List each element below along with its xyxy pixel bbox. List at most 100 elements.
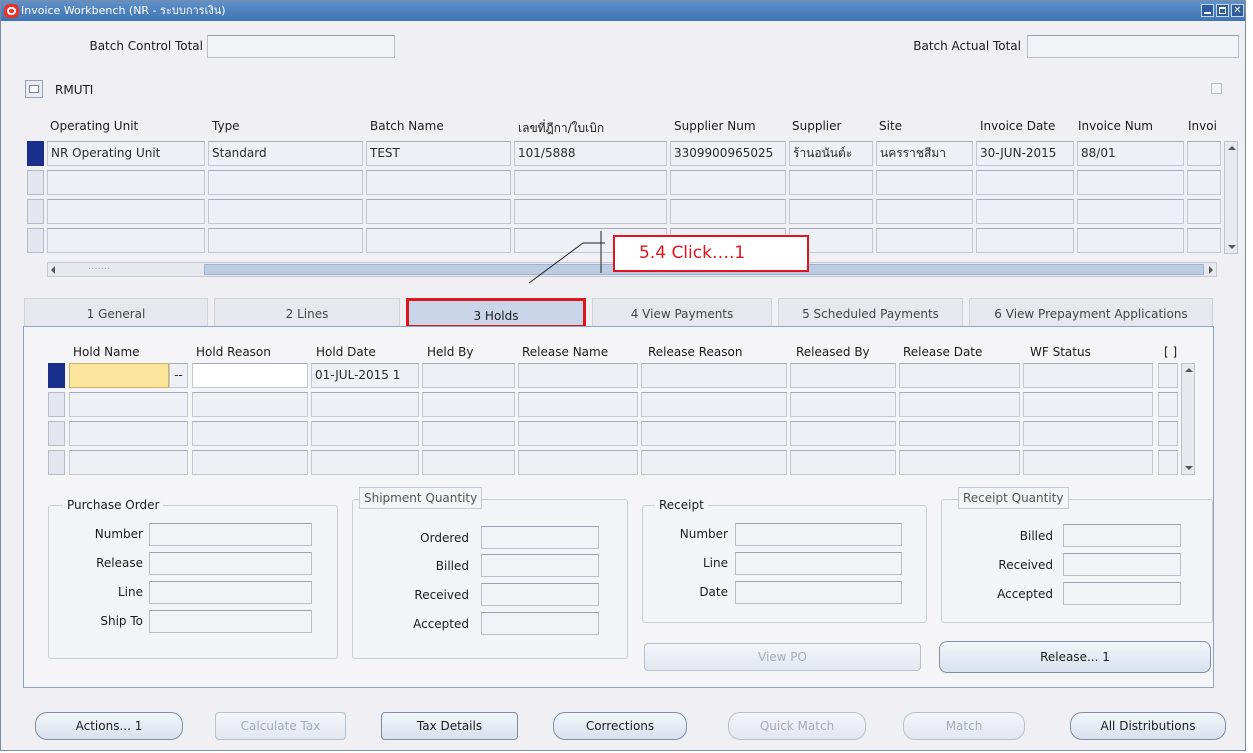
cell-supplier[interactable]: ร้านอนันต์ะ xyxy=(789,141,873,166)
cell-wf-status[interactable] xyxy=(1023,392,1153,417)
cell-hold-name[interactable] xyxy=(69,363,169,388)
cell-wf-status[interactable] xyxy=(1023,421,1153,446)
cell-operating-unit[interactable] xyxy=(47,228,205,253)
cell-hold-reason[interactable] xyxy=(192,421,308,446)
cell-invoice-more[interactable] xyxy=(1187,199,1221,224)
po-release-field[interactable] xyxy=(149,552,312,575)
cell-held-by[interactable] xyxy=(422,363,515,388)
cell-release-name[interactable] xyxy=(518,363,638,388)
row-selector-active[interactable] xyxy=(27,141,44,166)
invoice-row[interactable]: NR Operating Unit Standard TEST 101/5888… xyxy=(1,141,1247,169)
cell-site[interactable] xyxy=(876,170,973,195)
cell-hold-reason[interactable] xyxy=(192,392,308,417)
po-ship-to-field[interactable] xyxy=(149,610,312,633)
cell-release-date[interactable] xyxy=(899,450,1020,475)
cell-site[interactable] xyxy=(876,228,973,253)
minimize-icon[interactable] xyxy=(1201,4,1214,17)
row-selector[interactable] xyxy=(48,421,65,446)
scroll-down-icon[interactable] xyxy=(1228,245,1236,249)
receipt-received-field[interactable] xyxy=(1063,553,1181,576)
calculate-tax-button[interactable]: Calculate Tax xyxy=(215,712,346,740)
cell-supplier-num[interactable] xyxy=(670,170,786,195)
cell-hold-reason[interactable] xyxy=(192,450,308,475)
cell-hold-date[interactable]: 01-JUL-2015 1 xyxy=(311,363,419,388)
cell-released-by[interactable] xyxy=(790,450,896,475)
release-button[interactable]: Release... 1 xyxy=(939,641,1211,673)
cell-invoice-date[interactable]: 30-JUN-2015 xyxy=(976,141,1074,166)
row-selector-active[interactable] xyxy=(48,363,65,388)
tab-view-prepayment-applications[interactable]: 6 View Prepayment Applications xyxy=(969,298,1213,328)
cell-release-reason[interactable] xyxy=(641,392,787,417)
cell-operating-unit[interactable] xyxy=(47,170,205,195)
receipt-number-field[interactable] xyxy=(735,523,902,546)
cell-type[interactable] xyxy=(208,228,363,253)
cell-invoice-more[interactable] xyxy=(1187,141,1221,166)
cell-invoice-num[interactable] xyxy=(1077,228,1184,253)
cell-invoice-date[interactable] xyxy=(976,228,1074,253)
tax-details-button[interactable]: Tax Details xyxy=(381,712,518,740)
invoice-row[interactable] xyxy=(1,170,1247,198)
hold-row[interactable] xyxy=(24,421,1214,449)
cell-released-by[interactable] xyxy=(790,363,896,388)
cell-supplier[interactable] xyxy=(789,170,873,195)
maximize-icon[interactable] xyxy=(1216,4,1229,17)
row-selector[interactable] xyxy=(27,199,44,224)
cell-released-by[interactable] xyxy=(790,421,896,446)
cell-supplier[interactable] xyxy=(789,199,873,224)
cell-wf-status[interactable] xyxy=(1023,450,1153,475)
cell-type[interactable] xyxy=(208,199,363,224)
scroll-left-icon[interactable] xyxy=(51,266,55,274)
invoices-vertical-scrollbar[interactable] xyxy=(1224,141,1238,254)
po-line-field[interactable] xyxy=(149,581,312,604)
quick-match-button[interactable]: Quick Match xyxy=(728,712,866,740)
folder-checkbox[interactable] xyxy=(1211,83,1222,94)
tab-view-payments[interactable]: 4 View Payments xyxy=(592,298,772,328)
cell-flex[interactable] xyxy=(1158,392,1178,417)
cell-invoice-num[interactable] xyxy=(1077,199,1184,224)
row-selector[interactable] xyxy=(48,392,65,417)
shipment-accepted-field[interactable] xyxy=(481,612,599,635)
cell-invoice-more[interactable] xyxy=(1187,228,1221,253)
cell-hold-name[interactable] xyxy=(69,421,188,446)
folder-icon[interactable] xyxy=(25,80,43,98)
cell-operating-unit[interactable] xyxy=(47,199,205,224)
cell-batch-name[interactable] xyxy=(366,228,511,253)
tab-scheduled-payments[interactable]: 5 Scheduled Payments xyxy=(778,298,963,328)
scroll-up-icon[interactable] xyxy=(1228,146,1236,150)
cell-invoice-date[interactable] xyxy=(976,199,1074,224)
cell-release-reason[interactable] xyxy=(641,450,787,475)
receipt-billed-field[interactable] xyxy=(1063,524,1181,547)
cell-hold-reason[interactable] xyxy=(192,363,308,388)
cell-flex[interactable] xyxy=(1158,421,1178,446)
cell-flex[interactable] xyxy=(1158,363,1178,388)
cell-wf-status[interactable] xyxy=(1023,363,1153,388)
all-distributions-button[interactable]: All Distributions xyxy=(1070,712,1226,740)
tab-holds[interactable]: 3 Holds xyxy=(406,298,586,328)
tab-general[interactable]: 1 General xyxy=(24,298,208,328)
scroll-right-icon[interactable] xyxy=(1209,266,1213,274)
scroll-up-icon[interactable] xyxy=(1185,368,1193,372)
cell-batch-name[interactable] xyxy=(366,199,511,224)
cell-invoice-more[interactable] xyxy=(1187,170,1221,195)
receipt-date-field[interactable] xyxy=(735,581,902,604)
shipment-received-field[interactable] xyxy=(481,583,599,606)
cell-held-by[interactable] xyxy=(422,421,515,446)
cell-invoice-date[interactable] xyxy=(976,170,1074,195)
lov-icon[interactable]: -- xyxy=(169,363,188,388)
match-button[interactable]: Match xyxy=(903,712,1025,740)
invoice-row[interactable] xyxy=(1,199,1247,227)
receipt-line-field[interactable] xyxy=(735,552,902,575)
cell-hold-date[interactable] xyxy=(311,392,419,417)
po-number-field[interactable] xyxy=(149,523,312,546)
cell-release-name[interactable] xyxy=(518,450,638,475)
cell-batch-name[interactable]: TEST xyxy=(366,141,511,166)
shipment-ordered-field[interactable] xyxy=(481,526,599,549)
cell-supplier-num[interactable]: 3309900965025 xyxy=(670,141,786,166)
hold-row[interactable] xyxy=(24,392,1214,420)
cell-release-date[interactable] xyxy=(899,363,1020,388)
receipt-accepted-field[interactable] xyxy=(1063,582,1181,605)
cell-release-reason[interactable] xyxy=(641,421,787,446)
cell-type[interactable] xyxy=(208,170,363,195)
cell-release-name[interactable] xyxy=(518,421,638,446)
hold-row[interactable] xyxy=(24,450,1214,478)
